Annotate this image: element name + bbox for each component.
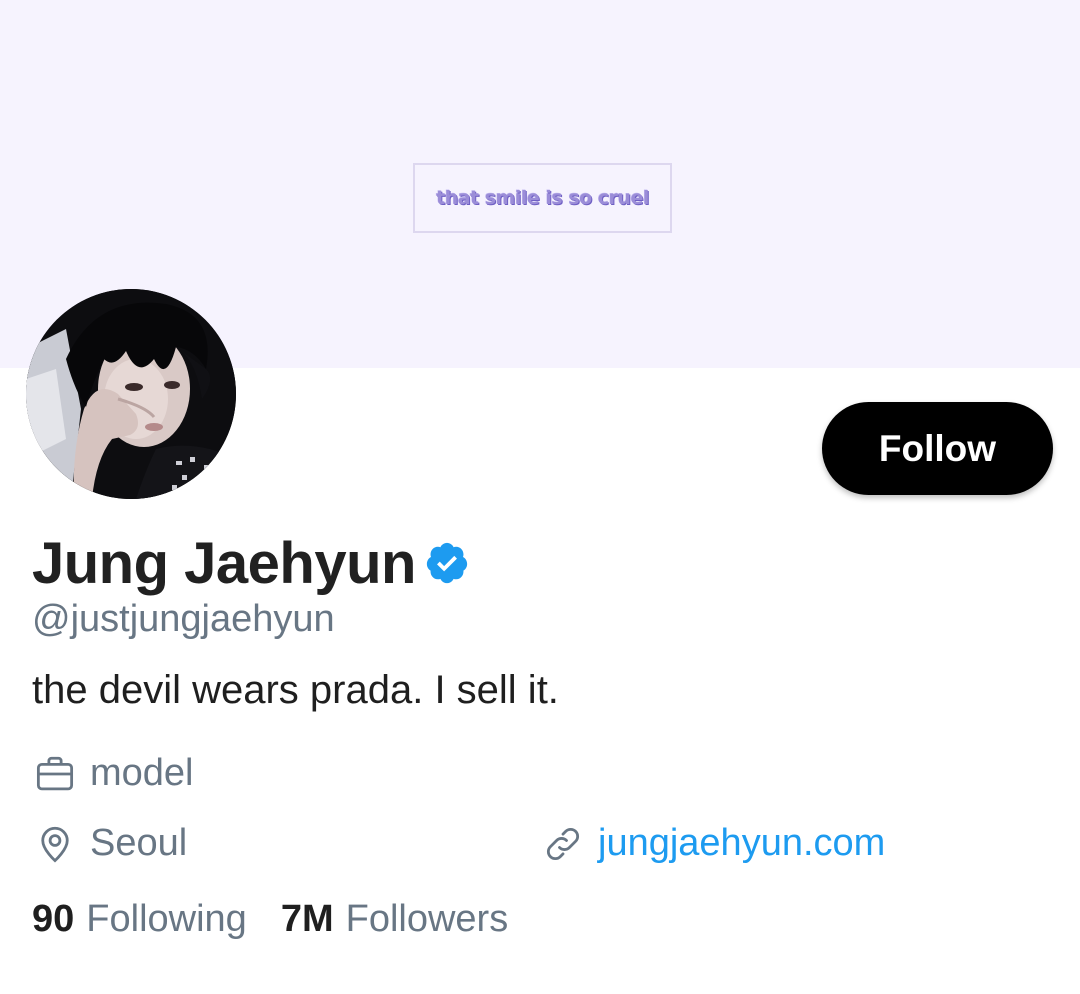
followers-label: Followers (345, 898, 509, 940)
work-text: model (90, 752, 194, 794)
avatar-photo (26, 289, 236, 499)
followers-stat[interactable]: 7M Followers (281, 898, 508, 941)
location-pin-icon (34, 823, 76, 865)
profile-page: that smile is so cruel Follow Jung Jaehy… (0, 0, 1080, 994)
avatar[interactable] (26, 289, 236, 499)
profile-website[interactable]: jungjaehyun.com (542, 822, 885, 865)
followers-count: 7M (280, 898, 334, 940)
banner-caption-box: that smile is so cruel (413, 163, 672, 233)
display-name: Jung Jaehyun (32, 530, 416, 596)
follow-stats: 90 Following 7M Followers (32, 898, 542, 941)
location-text: Seoul (90, 822, 188, 864)
name-row: Jung Jaehyun (32, 528, 470, 598)
following-label: Following (86, 898, 247, 940)
bio-text: the devil wears prada. I sell it. (32, 668, 559, 712)
banner-caption: that smile is so cruel (436, 187, 649, 209)
briefcase-icon (34, 753, 76, 795)
follow-button[interactable]: Follow (822, 402, 1053, 495)
user-handle: @justjungjaehyun (32, 598, 335, 640)
profile-work: model (34, 752, 194, 795)
website-link[interactable]: jungjaehyun.com (598, 822, 885, 865)
following-count: 90 (32, 898, 75, 940)
link-icon (542, 823, 584, 865)
following-stat[interactable]: 90 Following (32, 898, 247, 941)
verified-badge-icon (424, 540, 470, 586)
profile-location: Seoul (34, 822, 187, 865)
